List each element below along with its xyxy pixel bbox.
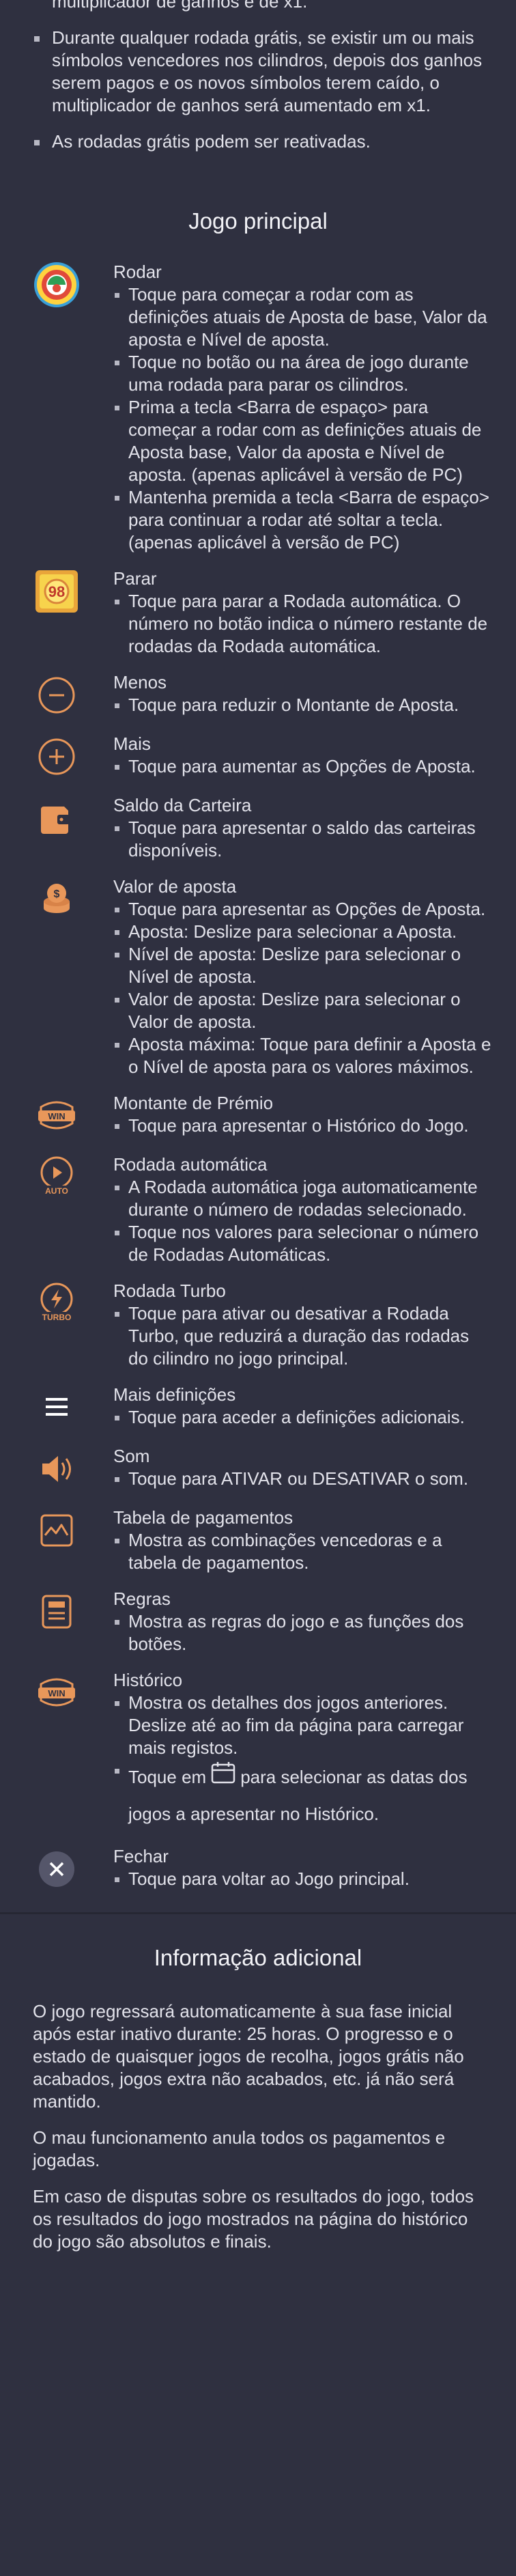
list-item-sound: Som Toque para ATIVAR ou DESATIVAR o som… xyxy=(0,1445,516,1493)
minus-icon xyxy=(33,671,81,719)
paytable-icon xyxy=(33,1507,81,1554)
item-bullet: Toque para parar a Rodada automática. O … xyxy=(113,590,491,658)
calendar-text-before: Toque em xyxy=(128,1767,207,1787)
item-title: Valor de aposta xyxy=(113,876,237,897)
list-item-turbo: TURBO Rodada Turbo Toque para ativar ou … xyxy=(0,1280,516,1370)
item-title: Fechar xyxy=(113,1846,169,1867)
list-item-rules: Regras Mostra as regras do jogo e as fun… xyxy=(0,1588,516,1655)
item-title: Saldo da Carteira xyxy=(113,795,252,815)
item-bullet: Mantenha premida a tecla <Barra de espaç… xyxy=(113,486,491,554)
intro-list: Durante qualquer rodada grátis, se exist… xyxy=(33,27,483,153)
coins-icon: $ xyxy=(33,876,81,923)
list-item-autoplay: AUTO Rodada automática A Rodada automáti… xyxy=(0,1153,516,1266)
item-title: Histórico xyxy=(113,1670,183,1690)
item-title: Som xyxy=(113,1446,150,1466)
item-title: Montante de Prémio xyxy=(113,1093,274,1113)
item-title: Parar xyxy=(113,568,157,589)
item-bullet: Toque para aumentar as Opções de Aposta. xyxy=(113,755,491,778)
list-item-bet-value: $ Valor de aposta Toque para apresentar … xyxy=(0,876,516,1078)
main-game-section: Jogo principal Rodar Toque para começar … xyxy=(0,208,516,1893)
item-bullet: Mostra as combinações vencedoras e a tab… xyxy=(113,1529,491,1574)
item-bullet: Mostra as regras do jogo e as funções do… xyxy=(113,1610,491,1655)
wallet-icon xyxy=(33,794,81,842)
item-title: Menos xyxy=(113,672,167,692)
list-item-spin: Rodar Toque para começar a rodar com as … xyxy=(0,261,516,554)
sound-icon xyxy=(33,1445,81,1493)
list-item-close: Fechar Toque para voltar ao Jogo princip… xyxy=(0,1845,516,1893)
svg-text:TURBO: TURBO xyxy=(42,1313,72,1322)
svg-text:$: $ xyxy=(54,888,60,900)
additional-info-section: Informação adicional O jogo regressará a… xyxy=(0,1914,516,2253)
item-bullet: Nível de aposta: Deslize para selecionar… xyxy=(113,943,491,988)
item-bullet: Aposta máxima: Toque para definir a Apos… xyxy=(113,1033,491,1078)
calendar-icon xyxy=(210,1761,236,1796)
intro-cut-line: multiplicador de ganhos é de x1. xyxy=(52,0,308,12)
item-title: Rodada Turbo xyxy=(113,1280,226,1301)
info-paragraph: O jogo regressará automaticamente à sua … xyxy=(33,2001,464,2112)
item-bullet: Toque no botão ou na área de jogo durant… xyxy=(113,351,491,396)
item-title: Mais xyxy=(113,733,151,754)
list-item-plus: Mais Toque para aumentar as Opções de Ap… xyxy=(0,733,516,781)
svg-text:98: 98 xyxy=(48,583,65,600)
history-icon: WIN xyxy=(33,1669,81,1717)
close-icon xyxy=(33,1845,81,1893)
list-item-more-settings: Mais definições Toque para aceder a defi… xyxy=(0,1384,516,1431)
svg-text:AUTO: AUTO xyxy=(45,1186,68,1196)
svg-text:WIN: WIN xyxy=(48,1111,65,1121)
list-item-wallet: Saldo da Carteira Toque para apresentar … xyxy=(0,794,516,862)
item-bullet: Toque para apresentar o saldo das cartei… xyxy=(113,817,491,862)
autoplay-icon: AUTO xyxy=(33,1153,81,1201)
item-title: Rodada automática xyxy=(113,1154,268,1175)
main-game-title: Jogo principal xyxy=(188,208,328,234)
plus-icon xyxy=(33,733,81,781)
item-bullet: Valor de aposta: Deslize para selecionar… xyxy=(113,988,491,1033)
item-bullet: Toque para reduzir o Montante de Aposta. xyxy=(113,694,491,716)
item-bullet-calendar: Toque em para selecionar as datas dos jog… xyxy=(113,1759,491,1832)
item-bullet: Toque para ativar ou desativar a Rodada … xyxy=(113,1302,491,1370)
item-title: Mais definições xyxy=(113,1384,236,1405)
svg-text:WIN: WIN xyxy=(48,1688,65,1698)
item-title: Regras xyxy=(113,1588,171,1609)
stop-autoplay-icon: 98 xyxy=(33,568,81,615)
item-bullet: A Rodada automática joga automaticamente… xyxy=(113,1176,491,1221)
item-bullet: Toque para aceder a definições adicionai… xyxy=(113,1406,491,1429)
list-item-win-amount: WIN Montante de Prémio Toque para aprese… xyxy=(0,1092,516,1140)
list-item-paytable: Tabela de pagamentos Mostra as combinaçõ… xyxy=(0,1507,516,1574)
item-bullet: Toque para apresentar o Histórico do Jog… xyxy=(113,1115,491,1137)
additional-info-title: Informação adicional xyxy=(154,1945,362,1971)
info-paragraph: O mau funcionamento anula todos os pagam… xyxy=(33,2127,446,2171)
item-title: Tabela de pagamentos xyxy=(113,1507,293,1528)
free-spins-rules: multiplicador de ganhos é de x1. Durante… xyxy=(0,0,516,153)
item-bullet: Aposta: Deslize para selecionar a Aposta… xyxy=(113,921,491,943)
intro-bullet: Durante qualquer rodada grátis, se exist… xyxy=(33,27,483,117)
item-bullet: Prima a tecla <Barra de espaço> para com… xyxy=(113,396,491,486)
item-bullet: Mostra os detalhes dos jogos anteriores.… xyxy=(113,1692,491,1759)
item-bullet: Toque para voltar ao Jogo principal. xyxy=(113,1868,491,1890)
item-bullet: Toque nos valores para selecionar o núme… xyxy=(113,1221,491,1266)
spin-icon xyxy=(33,261,81,309)
list-item-stop: 98 Parar Toque para parar a Rodada autom… xyxy=(0,568,516,658)
list-item-minus: Menos Toque para reduzir o Montante de A… xyxy=(0,671,516,719)
menu-icon xyxy=(33,1384,81,1431)
win-badge-icon: WIN xyxy=(33,1092,81,1140)
intro-bullet: As rodadas grátis podem ser reativadas. xyxy=(33,130,483,153)
list-item-history: WIN Histórico Mostra os detalhes dos jog… xyxy=(0,1669,516,1832)
rules-icon xyxy=(33,1588,81,1636)
info-paragraph: Em caso de disputas sobre os resultados … xyxy=(33,2186,474,2252)
item-bullet: Toque para começar a rodar com as defini… xyxy=(113,283,491,351)
turbo-icon: TURBO xyxy=(33,1280,81,1328)
item-title: Rodar xyxy=(113,262,162,282)
item-bullet: Toque para apresentar as Opções de Apost… xyxy=(113,898,491,921)
item-bullet: Toque para ATIVAR ou DESATIVAR o som. xyxy=(113,1468,491,1490)
